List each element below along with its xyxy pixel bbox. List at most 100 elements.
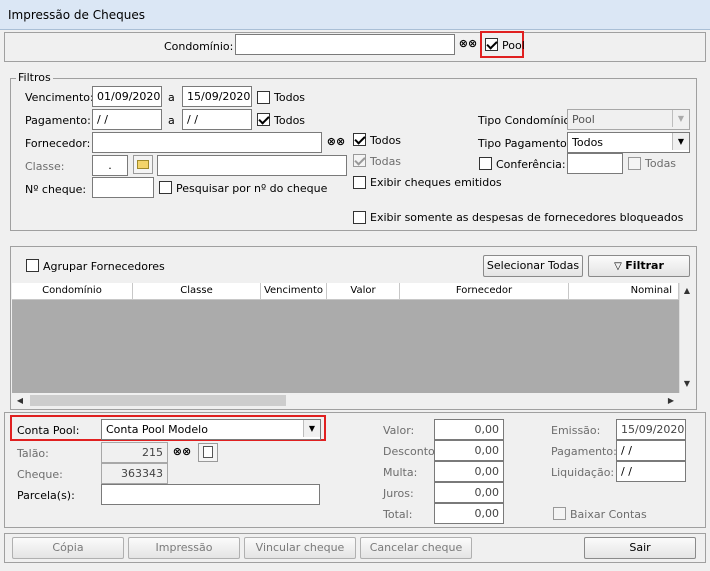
- emissao-input[interactable]: 15/09/2020: [616, 419, 686, 440]
- column-header-fornecedor[interactable]: Fornecedor: [400, 283, 569, 300]
- classe-folder-button[interactable]: [133, 155, 153, 174]
- pagamento-from-input[interactable]: / /: [92, 109, 162, 130]
- juros-input[interactable]: 0,00: [434, 482, 504, 503]
- column-header-nominal[interactable]: Nominal: [569, 283, 679, 300]
- parcelas-label: Parcela(s):: [17, 489, 75, 502]
- selecionar-todas-button[interactable]: Selecionar Todas: [483, 255, 583, 277]
- agrupar-fornecedores-checkbox[interactable]: [26, 259, 39, 272]
- cancelar-cheque-button[interactable]: Cancelar cheque: [360, 537, 472, 559]
- condominio-input[interactable]: [235, 34, 455, 55]
- fornecedor-todos-label: Todos: [370, 134, 402, 147]
- total-label: Total:: [383, 508, 413, 521]
- conferencia-todas-label: Todas: [645, 157, 677, 170]
- fornecedor-todos-checkbox[interactable]: [353, 133, 366, 146]
- multa-label: Multa:: [383, 466, 418, 479]
- classe-code-input[interactable]: .: [92, 155, 128, 176]
- exibir-bloqueados-checkbox[interactable]: [353, 211, 366, 224]
- cheque-number-label: Cheque:: [17, 468, 63, 481]
- conferencia-checkbox[interactable]: [479, 157, 492, 170]
- vencimento-todos-label: Todos: [274, 91, 306, 104]
- scroll-up-icon[interactable]: ▲: [680, 284, 694, 298]
- classe-label: Classe:: [25, 160, 65, 173]
- classe-todas-checkbox: [353, 154, 366, 167]
- talao-search-button[interactable]: ⊗⊗: [172, 443, 192, 462]
- exibir-emitidos-checkbox[interactable]: [353, 176, 366, 189]
- chevron-down-icon[interactable]: ▼: [303, 420, 320, 437]
- folder-icon: [137, 160, 149, 169]
- column-header-valor[interactable]: Valor: [327, 283, 400, 300]
- pesquisar-cheque-label: Pesquisar por nº do cheque: [176, 182, 328, 195]
- chevron-down-icon[interactable]: ▼: [672, 133, 689, 150]
- emissao-label: Emissão:: [551, 424, 601, 437]
- pool-label: Pool: [502, 39, 525, 52]
- cheque-label: Nº cheque:: [25, 183, 87, 196]
- pagamento-to-input[interactable]: / /: [182, 109, 252, 130]
- fornecedor-search-button[interactable]: ⊗⊗: [326, 133, 346, 152]
- parcelas-input[interactable]: [101, 484, 320, 505]
- multa-input[interactable]: 0,00: [434, 461, 504, 482]
- vencimento-todos-checkbox[interactable]: [257, 91, 270, 104]
- filtrar-button[interactable]: ▽ Filtrar: [588, 255, 690, 277]
- binoculars-icon: ⊗⊗: [172, 445, 192, 458]
- scroll-down-icon[interactable]: ▼: [680, 377, 694, 391]
- window-title: Impressão de Cheques: [8, 8, 145, 22]
- a-label-2: a: [168, 114, 175, 127]
- pagamento-todos-checkbox[interactable]: [257, 113, 270, 126]
- conta-pool-label: Conta Pool:: [17, 424, 80, 437]
- funnel-icon: ▽: [614, 261, 622, 272]
- desconto-label: Desconto:: [383, 445, 439, 458]
- scroll-right-icon[interactable]: ▶: [664, 394, 678, 408]
- talao-input: 215: [101, 442, 168, 463]
- conta-pool-select[interactable]: Conta Pool Modelo: [101, 419, 321, 440]
- desconto-input[interactable]: 0,00: [434, 440, 504, 461]
- condominio-label: Condomínio:: [164, 40, 234, 53]
- liquidacao-label: Liquidação:: [551, 466, 615, 479]
- column-header-classe[interactable]: Classe: [133, 283, 261, 300]
- vencimento-label: Vencimento:: [25, 91, 94, 104]
- chevron-down-icon: ▼: [672, 110, 689, 127]
- conferencia-input[interactable]: [567, 153, 623, 174]
- total-input[interactable]: 0,00: [434, 503, 504, 524]
- pagamento-todos-label: Todos: [274, 114, 306, 127]
- pagamento-label: Pagamento:: [25, 114, 91, 127]
- liquidacao-input[interactable]: / /: [616, 461, 686, 482]
- column-header-condominio[interactable]: Condomínio: [12, 283, 133, 300]
- filtrar-label: Filtrar: [625, 259, 664, 272]
- classe-name-input[interactable]: [157, 155, 347, 176]
- tipo-condominio-label: Tipo Condomínio:: [478, 114, 574, 127]
- scroll-corner: [679, 393, 695, 408]
- cheque-number-input: 363343: [101, 463, 168, 484]
- fornecedor-input[interactable]: [92, 132, 322, 153]
- pesquisar-cheque-checkbox[interactable]: [159, 181, 172, 194]
- conferencia-label: Conferência:: [496, 158, 566, 171]
- tipo-pagamento-label: Tipo Pagamento:: [478, 137, 571, 150]
- column-header-vencimento[interactable]: Vencimento: [261, 283, 327, 300]
- document-icon: [203, 446, 213, 458]
- baixar-contas-label: Baixar Contas: [570, 508, 647, 521]
- copia-button[interactable]: Cópia: [12, 537, 124, 559]
- talao-details-button[interactable]: [198, 443, 218, 462]
- talao-label: Talão:: [17, 447, 49, 460]
- horizontal-scroll-thumb[interactable]: [30, 395, 286, 406]
- exibir-bloqueados-label: Exibir somente as despesas de fornecedor…: [370, 211, 684, 224]
- sair-button[interactable]: Sair: [584, 537, 696, 559]
- scroll-left-icon[interactable]: ◀: [13, 394, 27, 408]
- impressao-button[interactable]: Impressão: [128, 537, 240, 559]
- vencimento-from-input[interactable]: 01/09/2020: [92, 86, 162, 107]
- condominio-search-button[interactable]: ⊗⊗: [458, 35, 478, 54]
- cheque-input[interactable]: [92, 177, 154, 198]
- classe-todas-label: Todas: [370, 155, 402, 168]
- valor-input[interactable]: 0,00: [434, 419, 504, 440]
- juros-label: Juros:: [383, 487, 414, 500]
- pool-checkbox[interactable]: [485, 38, 498, 51]
- filtros-legend: Filtros: [16, 71, 53, 84]
- valor-label: Valor:: [383, 424, 415, 437]
- fornecedor-label: Fornecedor:: [25, 137, 91, 150]
- vincular-cheque-button[interactable]: Vincular cheque: [244, 537, 356, 559]
- pagamento-date-input[interactable]: / /: [616, 440, 686, 461]
- pagamento-date-label: Pagamento:: [551, 445, 617, 458]
- title-bar: Impressão de Cheques: [0, 0, 710, 30]
- vencimento-to-input[interactable]: 15/09/2020: [182, 86, 252, 107]
- conferencia-todas-checkbox: [628, 157, 641, 170]
- exibir-emitidos-label: Exibir cheques emitidos: [370, 176, 502, 189]
